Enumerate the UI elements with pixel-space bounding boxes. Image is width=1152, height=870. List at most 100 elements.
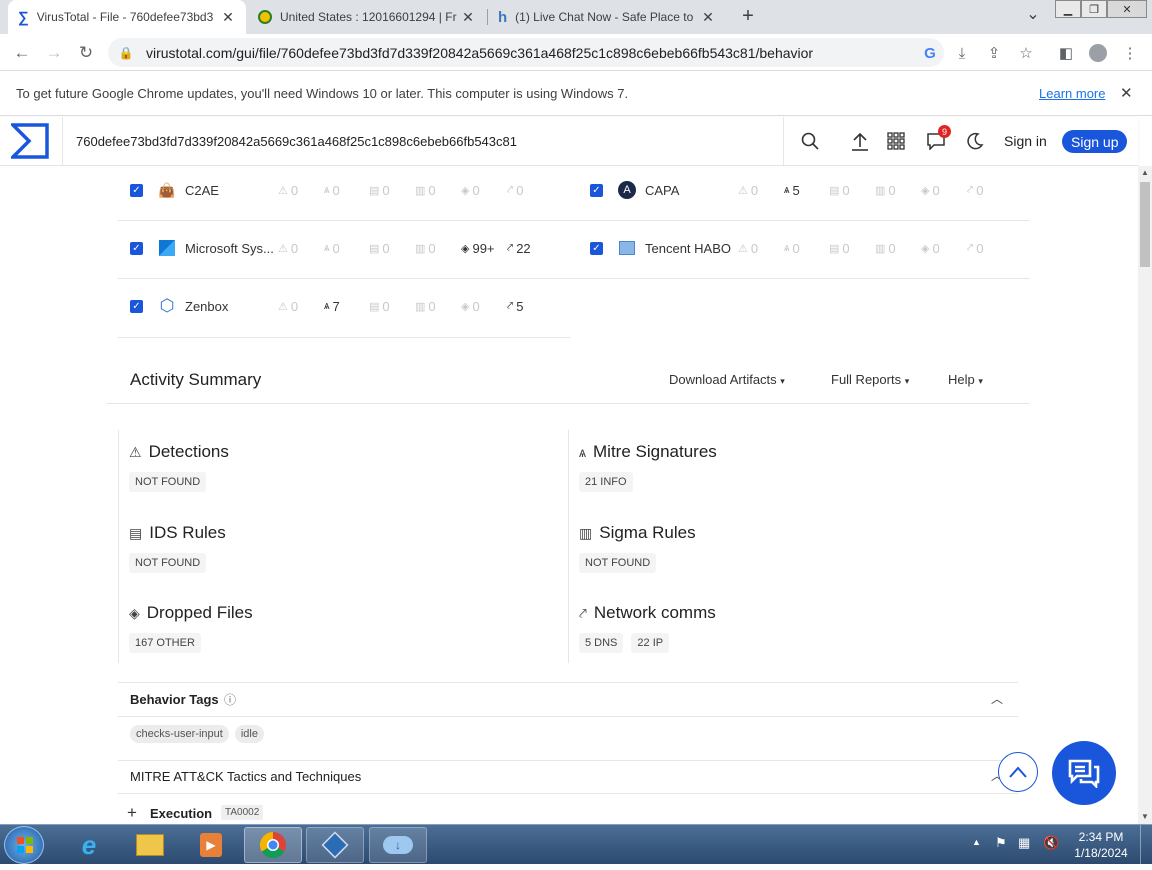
profile-avatar-icon[interactable] [1086, 41, 1110, 65]
start-button[interactable] [4, 826, 44, 864]
dropped-files-block: ◈ Dropped Files 167 OTHER [129, 603, 253, 653]
chat-support-button[interactable] [1052, 741, 1116, 805]
expand-plus-icon[interactable]: + [127, 803, 137, 823]
mitre-pill[interactable]: 21 INFO [579, 472, 633, 492]
forward-arrow-icon[interactable]: → [42, 41, 66, 65]
sigma-icon: ▥ [415, 242, 426, 255]
info-icon[interactable]: ⓘ [224, 691, 236, 708]
tab-close-icon[interactable]: ✕ [220, 9, 236, 26]
behavior-tag[interactable]: idle [234, 725, 264, 743]
sandbox-checkbox[interactable]: ✓ [590, 183, 603, 197]
chevron-up-icon[interactable]: ︿ [991, 690, 1003, 707]
learn-more-link[interactable]: Learn more [1039, 86, 1105, 101]
sign-in-link[interactable]: Sign in [1004, 133, 1047, 149]
tab-virustotal[interactable]: ∑ VirusTotal - File - 760defee73bd3 ✕ [8, 0, 246, 34]
tactic-name[interactable]: Execution [150, 806, 212, 821]
help-menu[interactable]: Help ▾ [948, 372, 983, 387]
block-title: Dropped Files [146, 603, 253, 622]
page-scrollbar[interactable]: ▲ ▼ [1138, 166, 1152, 824]
show-desktop-button[interactable] [1140, 825, 1152, 865]
sandbox-checkbox[interactable]: ✓ [130, 241, 143, 255]
tencent-icon [617, 238, 637, 258]
sandbox-checkbox[interactable]: ✓ [590, 241, 603, 255]
vt-search-value: 760defee73bd3fd7d339f20842a5669c361a468f… [76, 134, 517, 149]
scroll-down-arrow-icon[interactable]: ▼ [1141, 812, 1149, 821]
stat-ids: ▤ 0 [369, 240, 390, 256]
sandbox-row-microsoft: ✓ Microsoft Sys... ⚠ 0 ѧ0 ▤ 0 ▥ 0 ◈ 99+ ⤤ 22 [130, 219, 560, 277]
google-icon[interactable]: G [918, 41, 942, 65]
chrome-menu-icon[interactable]: ⋮ [1118, 41, 1142, 65]
sandbox-checkbox[interactable]: ✓ [130, 183, 143, 197]
media-player-icon[interactable]: ▶ [182, 827, 240, 863]
windows-taskbar: e ▶ ↓ ▲ ⚑ ▦ 🔇 2:34 PM 1/18/2024 [0, 824, 1152, 865]
side-panel-icon[interactable]: ◧ [1054, 41, 1078, 65]
close-window-button[interactable]: ✕ [1107, 0, 1147, 18]
stat-dropped: ◈ 0 [461, 182, 480, 198]
vt-search-input[interactable]: 760defee73bd3fd7d339f20842a5669c361a468f… [62, 117, 784, 166]
dropped-pill[interactable]: 167 OTHER [129, 633, 201, 653]
dns-pill[interactable]: 5 DNS [579, 633, 624, 653]
network-tray-icon[interactable]: ▦ [1018, 835, 1030, 851]
stat-ids: ▤ 0 [369, 182, 390, 198]
dark-mode-moon-icon[interactable] [963, 129, 987, 153]
mitre-icon: ѧ [324, 300, 330, 312]
sandbox-checkbox[interactable]: ✓ [130, 299, 143, 313]
ip-pill[interactable]: 22 IP [631, 633, 670, 653]
action-center-flag-icon[interactable]: ⚑ [995, 835, 1007, 851]
file-explorer-icon[interactable] [121, 827, 179, 863]
search-icon[interactable] [798, 129, 822, 153]
tab-search-chevron-icon[interactable]: ⌄ [1024, 4, 1042, 28]
bookmark-star-icon[interactable]: ☆ [1014, 41, 1038, 65]
ids-pill[interactable]: NOT FOUND [129, 553, 207, 573]
reload-icon[interactable]: ↻ [74, 41, 98, 65]
infobar-close-icon[interactable]: ✕ [1120, 84, 1133, 102]
sigma-pill[interactable]: NOT FOUND [579, 553, 657, 573]
stat-network: ⤤ 5 [507, 298, 524, 314]
scroll-up-arrow-icon[interactable]: ▲ [1141, 168, 1149, 177]
tab-close-icon[interactable]: ✕ [700, 9, 716, 26]
lock-icon: 🔒 [118, 45, 134, 60]
tab-title: United States : 12016601294 | Fr [280, 10, 457, 24]
notifications-chat-icon[interactable]: 9 [924, 125, 951, 153]
bag-icon: 👜 [158, 181, 176, 198]
tab-close-icon[interactable]: ✕ [460, 9, 476, 26]
stat-mitre: ѧ5 [784, 182, 800, 198]
upload-icon[interactable] [848, 129, 872, 153]
minimize-button[interactable]: ▁ [1055, 0, 1081, 18]
sigma-rules-block: ▥ Sigma Rules NOT FOUND [579, 523, 696, 573]
section-divider [106, 403, 1030, 404]
new-tab-button[interactable]: + [736, 5, 760, 29]
address-bar[interactable]: 🔒 virustotal.com/gui/file/760defee73bd3f… [108, 38, 944, 67]
warning-icon: ⚠ [129, 443, 142, 460]
cloud-download-icon[interactable]: ↓ [369, 827, 427, 863]
detections-pill[interactable]: NOT FOUND [129, 472, 207, 492]
sign-up-button[interactable]: Sign up [1062, 130, 1128, 153]
download-artifacts-menu[interactable]: Download Artifacts ▾ [669, 372, 785, 387]
section-divider [118, 716, 1018, 717]
dropped-files-icon: ◈ [129, 604, 140, 621]
stat-detections: ⚠ 0 [738, 182, 759, 198]
back-arrow-icon[interactable]: ← [10, 41, 34, 65]
install-app-icon[interactable]: ⤓ [950, 41, 974, 65]
internet-explorer-icon[interactable]: e [60, 827, 118, 863]
virustotal-logo-icon[interactable] [8, 123, 49, 159]
windows-logo-icon [17, 837, 33, 853]
maximize-button[interactable]: ❐ [1081, 0, 1107, 18]
stat-dropped: ◈ 99+ [461, 240, 495, 256]
network-icon: ⤤ [967, 241, 974, 254]
apps-grid-icon[interactable] [884, 129, 908, 153]
tray-clock[interactable]: 2:34 PM 1/18/2024 [1070, 829, 1132, 861]
mitre-icon: ѧ [784, 184, 790, 196]
chrome-taskbar-icon[interactable] [244, 827, 302, 863]
virtualbox-icon[interactable] [306, 827, 364, 863]
volume-muted-icon[interactable]: 🔇 [1043, 835, 1059, 851]
scroll-top-button[interactable] [998, 752, 1038, 792]
tab-united-states[interactable]: United States : 12016601294 | Fr ✕ [248, 0, 486, 34]
tray-expand-icon[interactable]: ▲ [972, 837, 981, 847]
behavior-tag[interactable]: checks-user-input [130, 725, 229, 743]
full-reports-menu[interactable]: Full Reports ▾ [831, 372, 909, 387]
sigma-icon: ▥ [415, 184, 426, 197]
share-icon[interactable]: ⇪ [982, 41, 1006, 65]
tab-live-chat[interactable]: h (1) Live Chat Now - Safe Place to ✕ [488, 0, 726, 34]
scrollbar-thumb[interactable] [1140, 182, 1150, 267]
